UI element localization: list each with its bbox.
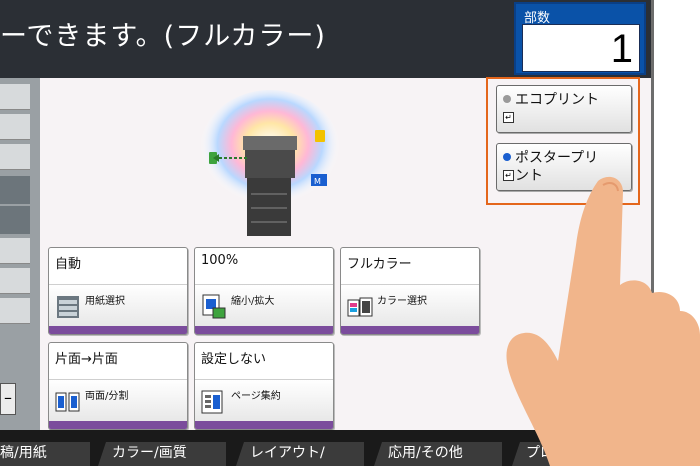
left-strip-row xyxy=(0,114,30,140)
paper-select-label: 用紙選択 xyxy=(85,296,125,307)
duplex-label: 両面/分割 xyxy=(85,391,129,402)
left-strip-row xyxy=(0,268,30,294)
paper-select-tile[interactable]: 自動 用紙選択 xyxy=(48,247,188,335)
message-bar: ーできます。(フルカラー) 部数 1 xyxy=(0,0,651,78)
pointing-hand-icon xyxy=(506,176,700,466)
duplex-tile[interactable]: 片面→片面 両面/分割 xyxy=(48,342,188,430)
tile-accent-bar xyxy=(341,326,479,334)
duplex-icon xyxy=(55,392,80,412)
left-strip-row xyxy=(0,144,30,170)
color-select-tile[interactable]: フルカラー カラー選択 xyxy=(340,247,480,335)
eco-print-label: エコプリント xyxy=(515,92,599,108)
tile-accent-bar xyxy=(49,421,187,429)
left-minus-button[interactable]: – xyxy=(0,383,16,415)
zoom-tile[interactable]: 100% 縮小/拡大 xyxy=(194,247,334,335)
left-strip-row xyxy=(0,176,30,204)
status-message: ーできます。(フルカラー) xyxy=(0,21,326,52)
paper-select-value: 自動 xyxy=(55,257,82,272)
color-select-icon xyxy=(347,297,373,317)
zoom-icon xyxy=(202,294,226,319)
left-scroll-strip xyxy=(0,78,40,430)
color-select-value: フルカラー xyxy=(347,257,412,272)
eco-print-setting-icon: ↵ xyxy=(503,112,514,123)
page-combine-label: ページ集約 xyxy=(231,391,281,402)
color-select-label: カラー選択 xyxy=(377,296,427,307)
zoom-label: 縮小/拡大 xyxy=(231,296,275,307)
copier-illustration-icon: M xyxy=(200,90,340,236)
tile-accent-bar xyxy=(49,326,187,334)
tile-accent-bar xyxy=(195,326,333,334)
left-strip-row xyxy=(0,298,30,324)
tab-original-paper[interactable]: 稿/用紙 xyxy=(0,442,90,466)
left-strip-row xyxy=(0,238,30,264)
svg-text:M: M xyxy=(314,177,321,186)
eco-print-indicator-icon xyxy=(503,95,511,103)
copies-value[interactable]: 1 xyxy=(522,24,640,72)
page-combine-value: 設定しない xyxy=(201,352,267,367)
tab-layout[interactable]: レイアウト/ xyxy=(236,442,364,466)
page-combine-icon xyxy=(201,390,223,414)
copies-panel[interactable]: 部数 1 xyxy=(514,2,646,75)
left-strip-row xyxy=(0,206,30,234)
tab-color-quality[interactable]: カラー/画質 xyxy=(98,442,226,466)
duplex-value: 片面→片面 xyxy=(55,352,118,367)
zoom-value: 100% xyxy=(201,253,239,268)
left-strip-row xyxy=(0,84,30,110)
eco-print-button[interactable]: エコプリント ↵ xyxy=(496,85,632,133)
poster-print-label: ポスタープリ xyxy=(515,150,599,166)
paper-select-icon xyxy=(57,296,79,318)
tile-accent-bar xyxy=(195,421,333,429)
poster-print-indicator-icon xyxy=(503,153,511,161)
page-combine-tile[interactable]: 設定しない ページ集約 xyxy=(194,342,334,430)
